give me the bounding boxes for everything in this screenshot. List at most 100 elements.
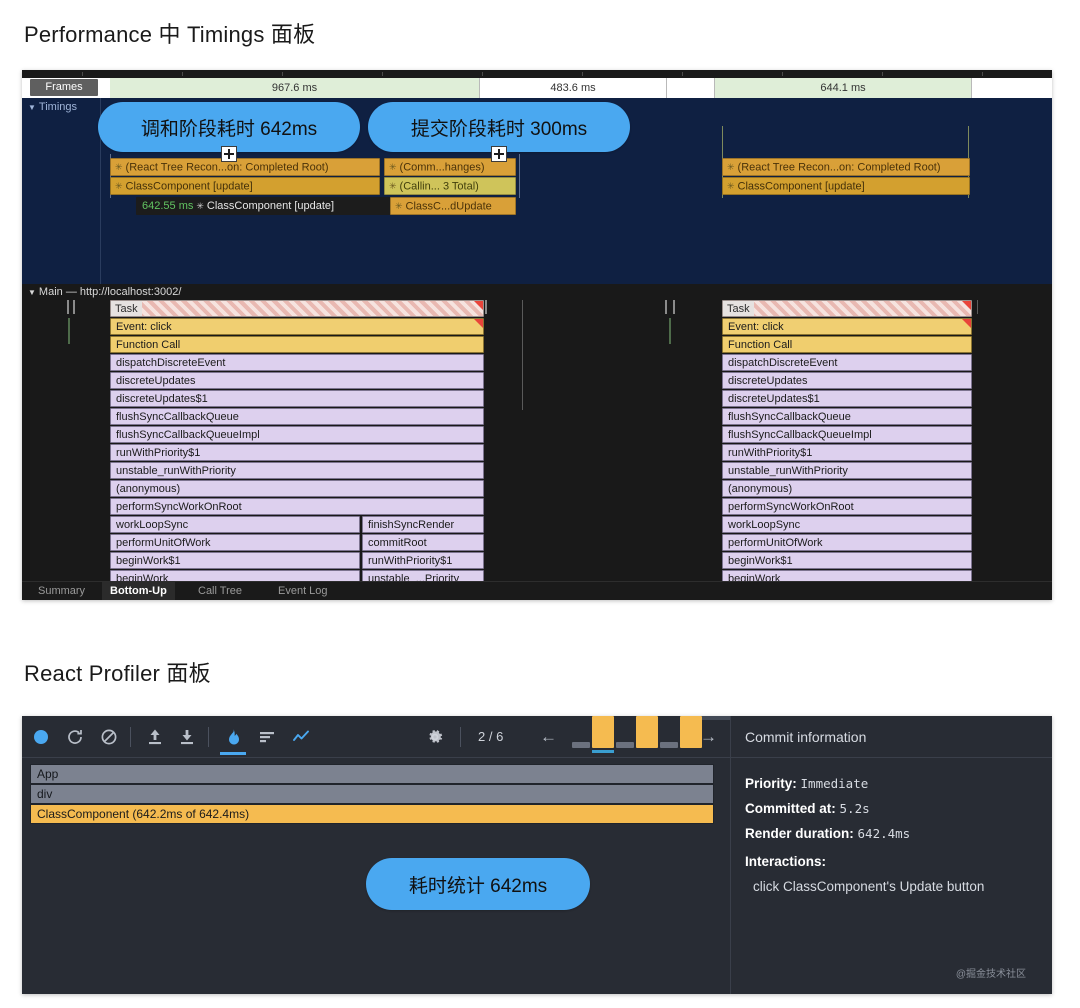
flame-bar[interactable]: Task	[722, 300, 972, 317]
flame-bar[interactable]: Function Call	[110, 336, 484, 353]
flame-bar-label: performSyncWorkOnRoot	[728, 501, 854, 513]
flame-bar[interactable]: Function Call	[722, 336, 972, 353]
timing-bar[interactable]: ✳ ClassComponent [update]	[722, 177, 970, 195]
flame-bar[interactable]: commitRoot	[362, 534, 484, 551]
flame-bar[interactable]: discreteUpdates	[722, 372, 972, 389]
sidebar-interaction-item[interactable]: click ClassComponent's Update button	[753, 879, 984, 894]
clear-icon[interactable]	[98, 726, 120, 748]
timing-marker	[519, 154, 520, 198]
commit-bar[interactable]	[680, 716, 702, 748]
gear-icon[interactable]	[424, 726, 446, 748]
timing-bar[interactable]: ✳ (React Tree Recon...on: Completed Root)	[110, 158, 380, 176]
flame-bar[interactable]: runWithPriority$1	[722, 444, 972, 461]
timing-dot-icon: ✳	[115, 162, 123, 172]
flame-bar[interactable]: Event: click	[110, 318, 484, 335]
tab-bottom-up[interactable]: Bottom-Up	[102, 582, 175, 600]
commit-bar[interactable]	[660, 742, 678, 748]
flame-bar[interactable]: performUnitOfWork	[110, 534, 360, 551]
flame-bar[interactable]: (anonymous)	[110, 480, 484, 497]
warning-corner-icon	[962, 301, 971, 310]
main-track: ▼ Main — http://localhost:3002/ Task Event…	[22, 284, 1052, 600]
frame-segment[interactable]: 967.6 ms	[110, 78, 480, 98]
frame-segment[interactable]: 644.1 ms	[715, 78, 972, 98]
flame-bar[interactable]: performSyncWorkOnRoot	[110, 498, 484, 515]
download-icon[interactable]	[176, 726, 198, 748]
tick-marker	[522, 300, 523, 410]
flame-bar[interactable]: performUnitOfWork	[722, 534, 972, 551]
flame-node-app[interactable]: App	[30, 764, 714, 784]
flame-bar-label: Event: click	[116, 321, 172, 333]
flame-bar[interactable]: unstable_runWithPriority	[722, 462, 972, 479]
record-icon[interactable]	[30, 726, 52, 748]
reload-icon[interactable]	[64, 726, 86, 748]
flame-bar-label: (anonymous)	[728, 483, 793, 495]
chevron-down-icon: ▼	[28, 102, 36, 112]
timing-bar[interactable]: ✳ ClassComponent [update]	[110, 177, 380, 195]
timing-bar[interactable]: ✳ (Callin... 3 Total)	[384, 177, 516, 195]
timing-dot-icon: ✳	[395, 201, 403, 211]
upload-icon[interactable]	[144, 726, 166, 748]
tab-summary[interactable]: Summary	[30, 582, 93, 600]
flame-bar[interactable]: finishSyncRender	[362, 516, 484, 533]
timing-dot-icon: ✳	[196, 201, 204, 211]
chevron-down-icon: ▼	[28, 287, 36, 297]
flame-bar[interactable]: dispatchDiscreteEvent	[110, 354, 484, 371]
committed-at-key: Committed at	[745, 801, 832, 816]
flame-node-div[interactable]: div	[30, 784, 714, 804]
timing-bar[interactable]: ✳ (React Tree Recon...on: Completed Root)	[722, 158, 970, 176]
flame-bar[interactable]: runWithPriority$1	[362, 552, 484, 569]
flame-bar[interactable]: (anonymous)	[722, 480, 972, 497]
flame-bar-label: flushSyncCallbackQueue	[116, 411, 239, 423]
flame-bar[interactable]: performSyncWorkOnRoot	[722, 498, 972, 515]
timing-bar[interactable]: ✳ ClassC...dUpdate	[390, 197, 516, 215]
flame-bar[interactable]: discreteUpdates$1	[722, 390, 972, 407]
tab-call-tree[interactable]: Call Tree	[190, 582, 250, 600]
flame-bar[interactable]: flushSyncCallbackQueueImpl	[110, 426, 484, 443]
callout-anchor-commit	[491, 146, 507, 162]
flame-bar[interactable]: flushSyncCallbackQueueImpl	[722, 426, 972, 443]
commit-bar[interactable]	[572, 742, 590, 748]
frame-segment[interactable]: 483.6 ms	[480, 78, 667, 98]
tooltip-duration: 642.55 ms	[142, 200, 194, 212]
flame-bar[interactable]: workLoopSync	[110, 516, 360, 533]
priority-key: Priority	[745, 776, 793, 791]
flame-node-classcomponent[interactable]: ClassComponent (642.2ms of 642.4ms)	[30, 804, 714, 824]
tab-event-log[interactable]: Event Log	[270, 582, 336, 600]
flame-bar[interactable]: dispatchDiscreteEvent	[722, 354, 972, 371]
timing-dot-icon: ✳	[389, 181, 397, 191]
commit-bar-selected[interactable]	[592, 716, 614, 748]
tick-marker	[665, 300, 667, 314]
warning-corner-icon	[474, 301, 483, 310]
flame-bar[interactable]: beginWork$1	[110, 552, 360, 569]
flame-bar[interactable]: runWithPriority$1	[110, 444, 484, 461]
flame-bar-label: beginWork$1	[116, 555, 181, 567]
prev-commit-button[interactable]: ←	[540, 716, 557, 758]
flame-bar[interactable]: beginWork$1	[722, 552, 972, 569]
frame-segment[interactable]	[972, 78, 1052, 98]
flame-bar[interactable]: workLoopSync	[722, 516, 972, 533]
ranked-icon[interactable]	[256, 726, 278, 748]
flame-bar[interactable]: unstable_runWithPriority	[110, 462, 484, 479]
sidebar-title: Commit information	[731, 716, 1052, 758]
flame-bar[interactable]: Event: click	[722, 318, 972, 335]
commit-bar[interactable]	[636, 716, 658, 748]
next-commit-button[interactable]: →	[700, 716, 717, 758]
frame-segment[interactable]	[667, 78, 715, 98]
flame-bar[interactable]: Task	[110, 300, 484, 317]
commit-bar-chart[interactable]	[572, 716, 702, 758]
timing-dot-icon: ✳	[115, 181, 123, 191]
flame-bar-label: discreteUpdates	[116, 375, 196, 387]
timings-track-label[interactable]: ▼ Timings	[28, 101, 77, 113]
flame-bar[interactable]: flushSyncCallbackQueue	[110, 408, 484, 425]
flame-bar-label: Function Call	[728, 339, 793, 351]
flame-bar-label: flushSyncCallbackQueue	[728, 411, 851, 423]
performance-section-title: Performance 中 Timings 面板	[24, 22, 316, 47]
flame-bar-label: beginWork$1	[728, 555, 793, 567]
flame-bar[interactable]: discreteUpdates	[110, 372, 484, 389]
flamegraph-icon[interactable]	[222, 726, 244, 748]
flame-bar[interactable]: discreteUpdates$1	[110, 390, 484, 407]
main-track-label[interactable]: ▼ Main — http://localhost:3002/	[28, 286, 181, 298]
flame-bar[interactable]: flushSyncCallbackQueue	[722, 408, 972, 425]
interactions-icon[interactable]	[290, 726, 312, 748]
commit-bar[interactable]	[616, 742, 634, 748]
